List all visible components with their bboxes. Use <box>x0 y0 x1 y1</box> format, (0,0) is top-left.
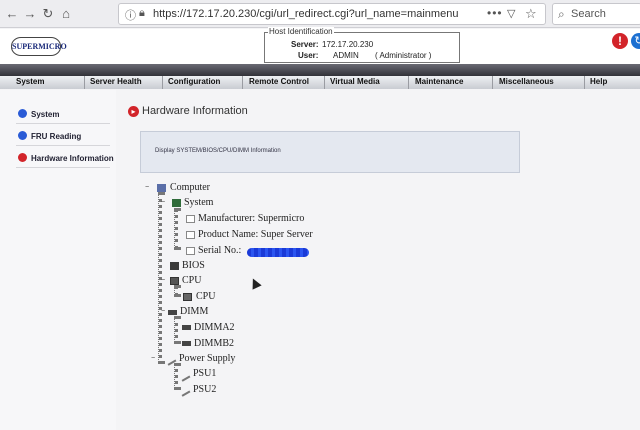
tree-toggle-icon[interactable]: − <box>161 308 165 315</box>
menu-separator <box>242 76 243 89</box>
menu-server-health[interactable]: Server Health <box>90 77 142 86</box>
description-box: Display SYSTEM/BIOS/CPU/DIMM Information <box>140 131 520 173</box>
description-text: Display SYSTEM/BIOS/CPU/DIMM Information <box>155 148 281 154</box>
sidebar-item-fru-reading[interactable]: FRU Reading <box>16 126 110 146</box>
menu-maintenance[interactable]: Maintenance <box>415 77 463 86</box>
sidebar-item-system[interactable]: System <box>16 104 110 124</box>
tree-node-computer[interactable]: Computer <box>170 182 210 193</box>
ipmi-header: SUPERMICRO Host Identification Server: 1… <box>0 27 640 64</box>
sidebar-item-label: FRU Reading <box>31 132 82 141</box>
bullet-icon <box>18 109 27 118</box>
page-title: Hardware Information <box>142 105 248 117</box>
tree-toggle-icon[interactable]: − <box>145 184 149 191</box>
search-placeholder: Search <box>571 8 606 20</box>
more-icon[interactable]: ••• <box>487 6 503 20</box>
tree-node-serial-no[interactable]: Serial No.: <box>198 245 241 256</box>
browser-search-input[interactable]: ⌕ Search <box>552 3 640 25</box>
tree-node-dimm-group[interactable]: DIMM <box>180 306 208 317</box>
tree-node-dimma2[interactable]: DIMMA2 <box>194 322 235 333</box>
menu-separator <box>162 76 163 89</box>
power-plug-icon <box>178 370 191 382</box>
tree-node-product-name[interactable]: Product Name: Super Server <box>198 229 313 240</box>
lock-icon[interactable]: 🔒︎ <box>139 7 145 20</box>
computer-icon <box>157 184 166 192</box>
cpu-icon <box>170 277 179 285</box>
menu-separator <box>492 76 493 89</box>
tree-node-bios[interactable]: BIOS <box>182 260 205 271</box>
mouse-cursor-icon <box>248 276 262 290</box>
menu-configuration[interactable]: Configuration <box>168 77 220 86</box>
reload-icon[interactable]: ↻ <box>40 6 56 22</box>
address-bar[interactable]: ⓘ 🔒︎ https://172.17.20.230/cgi/url_redir… <box>118 3 546 25</box>
host-id-legend: Host Identification <box>268 27 334 36</box>
system-icon <box>172 199 181 207</box>
forward-icon[interactable]: → <box>22 6 38 22</box>
user-label: User: <box>298 51 319 60</box>
tree-node-dimmb2[interactable]: DIMMB2 <box>194 338 234 349</box>
browser-toolbar: ← → ↻ ⌂ ⓘ 🔒︎ https://172.17.20.230/cgi/u… <box>0 0 640 28</box>
supermicro-logo[interactable]: SUPERMICRO <box>11 37 67 56</box>
home-icon[interactable]: ⌂ <box>58 6 74 22</box>
menu-system[interactable]: System <box>16 77 44 86</box>
refresh-icon[interactable]: ↻ <box>631 33 640 49</box>
tree-toggle-icon[interactable]: − <box>161 277 165 284</box>
user-role: ( Administrator ) <box>375 51 432 60</box>
menu-separator <box>324 76 325 89</box>
document-icon <box>186 247 195 255</box>
menu-separator <box>84 76 85 89</box>
menu-separator <box>408 76 409 89</box>
main-menu-bar: System Server Health Configuration Remot… <box>0 64 640 89</box>
power-plug-icon <box>178 385 191 397</box>
search-icon: ⌕ <box>558 7 565 21</box>
sidebar-item-label: Hardware Information <box>31 154 114 163</box>
menu-virtual-media[interactable]: Virtual Media <box>330 77 380 86</box>
pocket-icon[interactable]: ▽ <box>507 7 515 20</box>
page-title-icon: ▸ <box>128 106 139 117</box>
document-icon <box>186 215 195 223</box>
menu-miscellaneous[interactable]: Miscellaneous <box>499 77 554 86</box>
sidebar: System FRU Reading Hardware Information <box>0 90 116 430</box>
bullet-icon <box>18 153 27 162</box>
tree-connector <box>174 363 178 390</box>
tree-node-psu2[interactable]: PSU2 <box>193 384 216 395</box>
star-icon[interactable]: ☆ <box>525 6 537 22</box>
memory-icon <box>182 325 191 330</box>
cpu-icon <box>183 293 192 301</box>
back-icon[interactable]: ← <box>4 6 20 22</box>
tree-connector <box>174 316 178 344</box>
server-label: Server: <box>291 40 319 49</box>
menu-remote-control[interactable]: Remote Control <box>249 77 309 86</box>
menu-help[interactable]: Help <box>590 77 607 86</box>
document-icon <box>186 231 195 239</box>
bullet-icon <box>18 131 27 140</box>
tree-connector <box>174 208 178 250</box>
tree-node-cpu[interactable]: CPU <box>196 291 215 302</box>
bios-chip-icon <box>170 262 179 270</box>
redacted-serial <box>247 248 309 257</box>
tree-node-cpu-group[interactable]: CPU <box>182 275 201 286</box>
tree-node-power-supply[interactable]: Power Supply <box>179 353 235 364</box>
tree-node-psu1[interactable]: PSU1 <box>193 368 216 379</box>
memory-icon <box>168 310 177 315</box>
server-value: 172.17.20.230 <box>322 40 374 49</box>
tree-node-system[interactable]: System <box>184 197 213 208</box>
user-value: ADMIN <box>333 51 359 60</box>
sidebar-item-label: System <box>31 110 60 119</box>
sidebar-item-hardware-information[interactable]: Hardware Information <box>16 148 114 168</box>
memory-icon <box>182 341 191 346</box>
host-identification-box: Host Identification Server: 172.17.20.23… <box>264 27 460 63</box>
menu-separator <box>584 76 585 89</box>
alert-icon[interactable]: ! <box>612 33 628 49</box>
tree-node-manufacturer[interactable]: Manufacturer: Supermicro <box>198 213 304 224</box>
tree-toggle-icon[interactable]: − <box>161 199 165 206</box>
url-text[interactable]: https://172.17.20.230/cgi/url_redirect.c… <box>153 8 458 20</box>
tree-connector <box>174 285 178 297</box>
tree-toggle-icon[interactable]: − <box>151 355 155 362</box>
info-icon[interactable]: ⓘ <box>125 7 136 23</box>
